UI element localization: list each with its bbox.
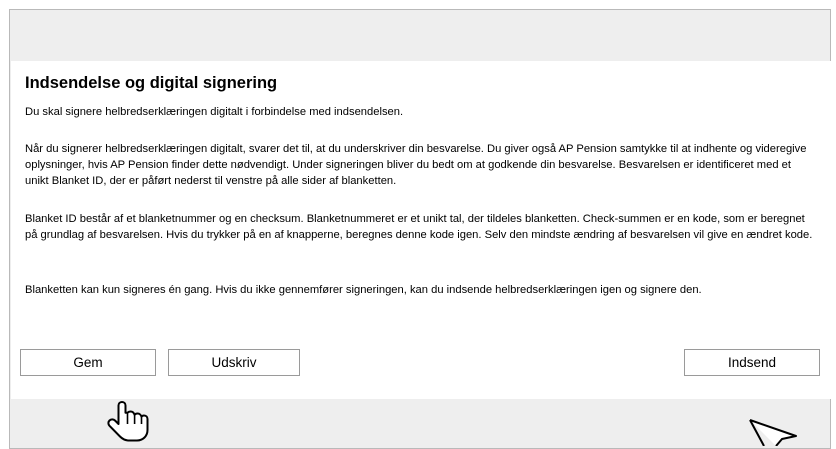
save-button[interactable]: Gem [20, 349, 156, 376]
form-window: Indsendelse og digital signering Du skal… [9, 9, 832, 449]
signing-once-paragraph: Blanketten kan kun signeres én gang. Hvi… [25, 284, 702, 296]
submit-button[interactable]: Indsend [684, 349, 820, 376]
signing-panel: Indsendelse og digital signering Du skal… [11, 61, 832, 399]
blanket-id-paragraph: Blanket ID består af et blanketnummer og… [25, 213, 813, 241]
intro-paragraph: Du skal signere helbredserklæringen digi… [25, 106, 404, 118]
arrow-pointer-icon [749, 419, 797, 446]
hand-pointer-icon [107, 401, 149, 442]
consent-paragraph: Når du signerer helbredserklæringen digi… [25, 143, 807, 187]
section-title: Indsendelse og digital signering [25, 74, 278, 92]
print-button[interactable]: Udskriv [168, 349, 300, 376]
